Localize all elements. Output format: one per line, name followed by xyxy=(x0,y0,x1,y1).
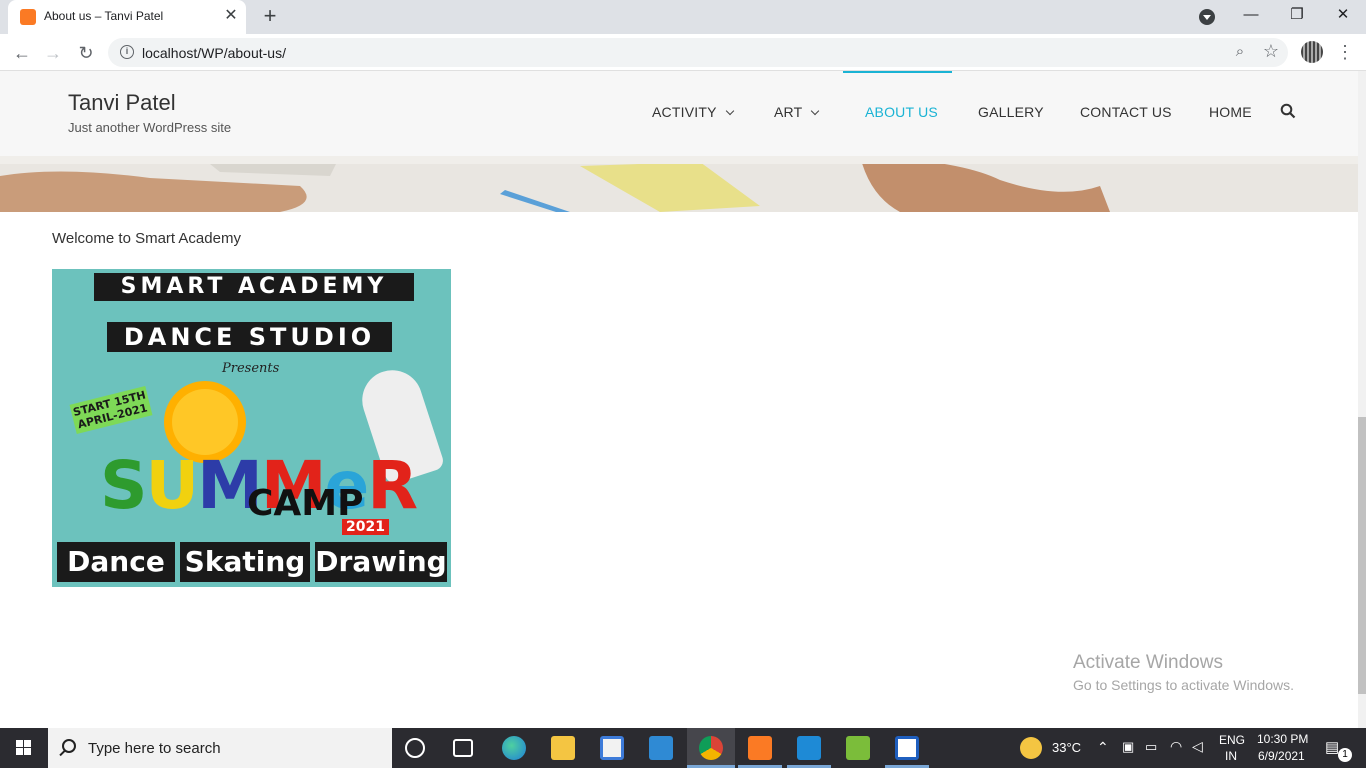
wifi-icon[interactable]: ◠ xyxy=(1170,738,1182,755)
site-tagline: Just another WordPress site xyxy=(68,120,232,135)
address-bar[interactable]: i localhost/WP/about-us/ ⌕ ☆ xyxy=(108,38,1288,67)
page-viewport: Tanvi Patel Just another WordPress site … xyxy=(0,71,1366,728)
nav-item-label: ACTIVITY xyxy=(652,104,717,120)
notification-badge: 1 xyxy=(1338,748,1352,762)
language-top[interactable]: ENG xyxy=(1219,733,1245,747)
store-icon[interactable] xyxy=(600,736,624,760)
header-hero-image xyxy=(0,156,1358,212)
taskbar-search-box[interactable]: Type here to search xyxy=(48,728,392,768)
summer-camp-poster[interactable]: SMART ACADEMY DANCE STUDIO Presents STAR… xyxy=(52,269,451,587)
poster-title: SMART ACADEMY xyxy=(94,273,414,301)
chevron-down-icon xyxy=(811,106,820,116)
poster-letter: S xyxy=(100,447,148,524)
file-explorer-icon[interactable] xyxy=(551,736,575,760)
poster-year: 2021 xyxy=(342,519,389,535)
poster-presents: Presents xyxy=(222,361,280,376)
activate-windows-title: Activate Windows xyxy=(1073,652,1223,673)
poster-camp-word: CAMP xyxy=(247,483,364,524)
nav-item-gallery[interactable]: GALLERY xyxy=(978,104,1044,120)
nav-item-contact-us[interactable]: CONTACT US xyxy=(1080,104,1172,120)
scrollbar-thumb[interactable] xyxy=(1358,417,1366,694)
poster-activity: Drawing xyxy=(315,542,447,582)
new-tab-button[interactable]: + xyxy=(258,5,282,29)
chevron-down-icon xyxy=(725,106,734,116)
search-icon[interactable] xyxy=(1280,103,1296,119)
tab-title: About us – Tanvi Patel xyxy=(44,9,164,23)
search-icon xyxy=(62,739,76,753)
nav-active-indicator xyxy=(843,71,952,73)
poster-activity: Dance xyxy=(57,542,175,582)
reload-icon[interactable]: ↻ xyxy=(73,40,99,66)
tab-search-icon[interactable] xyxy=(1199,9,1215,25)
poster-letter: U xyxy=(145,447,200,524)
windows-taskbar: Type here to search 33°C ⌃ ▣ ▭ ◠ ◁ ENG I… xyxy=(0,728,1366,768)
info-icon[interactable]: i xyxy=(120,45,134,59)
poster-letter: R xyxy=(367,447,418,524)
mail-icon[interactable] xyxy=(649,736,673,760)
battery-icon[interactable]: ▭ xyxy=(1145,739,1157,755)
poster-start-date: START 15TH APRIL-2021 xyxy=(69,386,153,434)
maximize-button[interactable]: ❐ xyxy=(1274,0,1320,34)
vscode-icon[interactable] xyxy=(797,736,821,760)
notepad-plus-plus-icon[interactable] xyxy=(846,736,870,760)
weather-moon-icon[interactable] xyxy=(1020,737,1042,759)
poster-subtitle: DANCE STUDIO xyxy=(107,322,392,352)
url-text[interactable]: localhost/WP/about-us/ xyxy=(142,45,286,61)
volume-icon[interactable]: ◁ xyxy=(1192,738,1203,755)
chrome-icon[interactable] xyxy=(699,736,723,760)
nav-item-activity[interactable]: ACTIVITY xyxy=(652,104,734,120)
xampp-favicon-icon xyxy=(20,9,36,25)
profile-avatar[interactable] xyxy=(1301,41,1323,63)
site-title[interactable]: Tanvi Patel xyxy=(68,90,176,116)
edge-icon[interactable] xyxy=(502,736,526,760)
activate-windows-subtitle: Go to Settings to activate Windows. xyxy=(1073,677,1294,693)
nav-item-art[interactable]: ART xyxy=(774,104,820,120)
bookmark-star-icon[interactable]: ☆ xyxy=(1261,41,1281,61)
chevron-up-icon[interactable]: ⌃ xyxy=(1097,739,1109,756)
scrollbar[interactable] xyxy=(1358,71,1366,728)
sun-icon xyxy=(172,389,238,455)
forward-arrow-icon[interactable]: → xyxy=(40,40,66,66)
browser-tab-strip: About us – Tanvi Patel ✕ + — ❐ ✕ xyxy=(0,0,1366,34)
meet-now-icon[interactable]: ▣ xyxy=(1122,739,1134,755)
xampp-icon[interactable] xyxy=(748,736,772,760)
poster-activity: Skating xyxy=(180,542,310,582)
minimize-button[interactable]: — xyxy=(1228,0,1274,34)
cortana-icon[interactable] xyxy=(405,738,425,758)
zoom-icon[interactable]: ⌕ xyxy=(1230,43,1250,63)
weather-temperature[interactable]: 33°C xyxy=(1052,740,1081,755)
windows-start-icon[interactable] xyxy=(0,728,48,768)
welcome-text: Welcome to Smart Academy xyxy=(52,230,241,247)
language-bottom[interactable]: IN xyxy=(1225,749,1237,763)
clock-date[interactable]: 6/9/2021 xyxy=(1258,749,1305,763)
nav-item-home[interactable]: HOME xyxy=(1209,104,1252,120)
window-close-button[interactable]: ✕ xyxy=(1320,0,1366,34)
nav-item-label: ART xyxy=(774,104,803,120)
clock-time[interactable]: 10:30 PM xyxy=(1257,732,1308,746)
taskbar-search-placeholder: Type here to search xyxy=(88,740,221,757)
close-tab-icon[interactable]: ✕ xyxy=(222,7,240,25)
app-window-icon[interactable] xyxy=(895,736,919,760)
back-arrow-icon[interactable]: ← xyxy=(9,40,35,66)
browser-toolbar: ← → ↻ i localhost/WP/about-us/ ⌕ ☆ ⋮ xyxy=(0,34,1366,71)
nav-item-about-us[interactable]: ABOUT US xyxy=(865,104,938,120)
kebab-menu-icon[interactable]: ⋮ xyxy=(1336,40,1354,64)
task-view-icon[interactable] xyxy=(453,739,473,757)
site-header: Tanvi Patel Just another WordPress site … xyxy=(0,71,1358,156)
browser-tab[interactable]: About us – Tanvi Patel ✕ xyxy=(8,0,246,34)
